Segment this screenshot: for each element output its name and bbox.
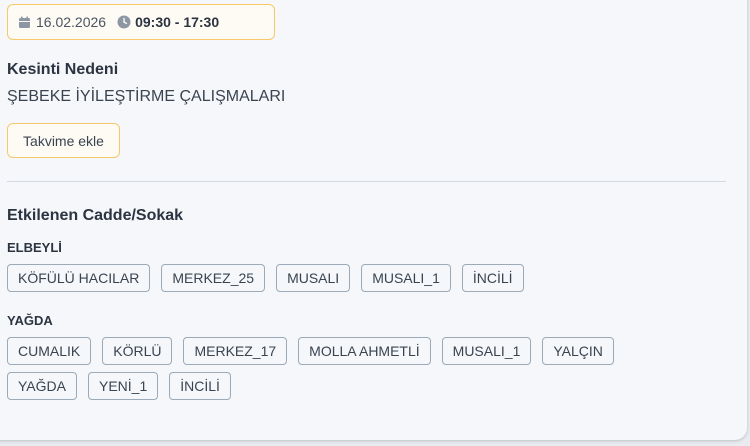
street-tag: MUSALI_1 — [441, 337, 532, 365]
calendar-icon — [17, 15, 32, 30]
schedule-date: 16.02.2026 — [36, 14, 107, 30]
street-tag: KÖFÜLÜ HACILAR — [7, 264, 151, 292]
street-tag: İNCİLİ — [461, 264, 524, 292]
street-tag: YALÇIN — [542, 337, 614, 365]
street-tag: MUSALI — [276, 264, 351, 292]
group-label-elbeyli: ELBEYLİ — [7, 240, 62, 255]
street-tag: YAĞDA — [7, 372, 77, 400]
street-tag: MOLLA AHMETLİ — [298, 337, 431, 365]
street-tag: İNCİLİ — [169, 372, 231, 400]
street-tag: MERKEZ_25 — [161, 264, 266, 292]
reason-title: Kesinti Nedeni — [7, 61, 119, 78]
street-tags-yagda-row2: YAĞDA YENİ_1 İNCİLİ — [7, 372, 231, 400]
clock-icon — [116, 15, 131, 30]
add-to-calendar-button[interactable]: Takvime ekle — [7, 123, 120, 158]
street-tag: KÖRLÜ — [102, 337, 173, 365]
group-label-yagda: YAĞDA — [7, 313, 53, 328]
divider — [7, 181, 726, 182]
street-tag: MERKEZ_17 — [183, 337, 288, 365]
reason-value: ŞEBEKE İYİLEŞTİRME ÇALIŞMALARI — [7, 88, 286, 105]
street-tag: MUSALI_1 — [361, 264, 451, 292]
street-tags-yagda-row1: CUMALIK KÖRLÜ MERKEZ_17 MOLLA AHMETLİ MU… — [7, 337, 614, 365]
street-tag: YENİ_1 — [87, 372, 159, 400]
schedule-pill: 16.02.2026 09:30 - 17:30 — [7, 4, 275, 40]
street-tag: CUMALIK — [7, 337, 92, 365]
street-tags-elbeyli: KÖFÜLÜ HACILAR MERKEZ_25 MUSALI MUSALI_1… — [7, 264, 524, 292]
affected-streets-title: Etkilenen Cadde/Sokak — [7, 207, 184, 224]
schedule-time: 09:30 - 17:30 — [135, 14, 220, 30]
